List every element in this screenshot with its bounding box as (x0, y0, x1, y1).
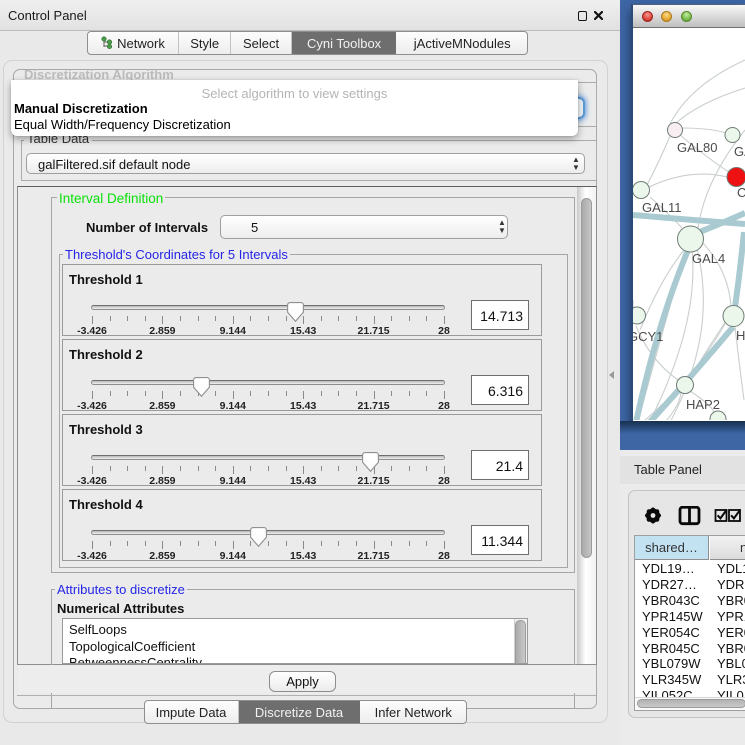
svg-text:H: H (736, 328, 745, 343)
svg-text:GAL4: GAL4 (692, 251, 725, 266)
svg-text:GA: GA (734, 144, 745, 159)
svg-text:GAL80: GAL80 (677, 140, 717, 155)
svg-text:C: C (737, 185, 745, 200)
svg-text:HAP2: HAP2 (686, 397, 720, 412)
svg-text:GAL11: GAL11 (642, 200, 682, 215)
svg-text:GCY1: GCY1 (633, 329, 663, 344)
